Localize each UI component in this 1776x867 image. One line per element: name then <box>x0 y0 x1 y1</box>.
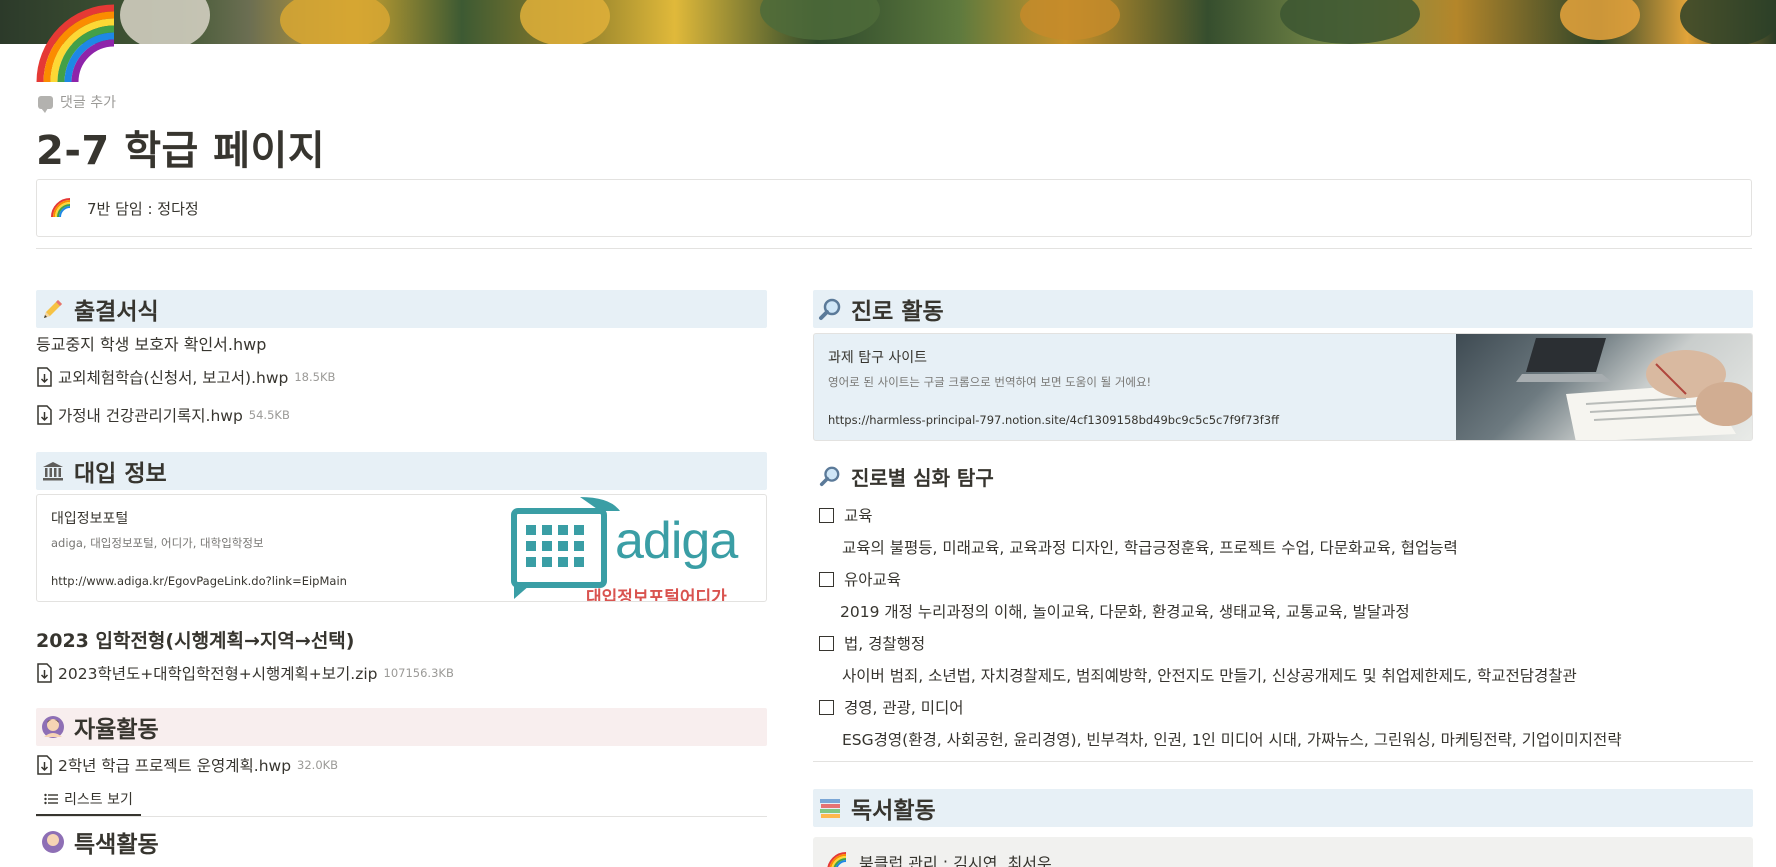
bookmark-description: 영어로 된 사이트는 구글 크롬으로 번역하여 보면 도움이 될 거에요! <box>828 375 1152 389</box>
divider <box>36 248 1752 249</box>
classical-building-icon <box>40 458 66 484</box>
bookmark-title: 과제 탐구 사이트 <box>828 350 928 366</box>
file-size: 107156.3KB <box>383 666 454 680</box>
heading-deep-inquiry[interactable]: 진로별 심화 탐구 <box>813 457 1753 495</box>
file-name: 2학년 학급 프로젝트 운영계획.hwp <box>58 757 292 775</box>
file-attachment[interactable]: 2023학년도+대학입학전형+시행계획+보기.zip 107156.3KB <box>36 656 767 690</box>
add-comment-button[interactable]: 댓글 추가 <box>38 92 116 113</box>
heading-text: 대입 정보 <box>74 461 167 487</box>
todo-label: 경영, 관광, 미디어 <box>844 699 964 717</box>
books-icon <box>817 795 843 821</box>
file-download-icon <box>37 405 52 425</box>
heading-career[interactable]: 진로 활동 <box>813 290 1753 328</box>
add-comment-label: 댓글 추가 <box>60 95 116 111</box>
file-size: 32.0KB <box>297 758 339 772</box>
heading-admissions[interactable]: 대입 정보 <box>36 452 767 490</box>
bookmark-title: 대입정보포털 <box>51 511 129 527</box>
divider <box>813 761 1753 762</box>
list-item[interactable]: 등교중지 학생 보호자 확인서.hwp <box>36 330 767 356</box>
file-download-icon <box>37 755 52 775</box>
heading-text: 진로 활동 <box>851 299 944 325</box>
rainbow-icon <box>51 198 71 218</box>
todo-description: ESG경영(환경, 사회공헌, 윤리경영), 빈부격차, 인권, 1인 미디어 … <box>842 731 1622 749</box>
file-name: 교외체험학습(신청서, 보고서).hwp <box>58 369 289 387</box>
bookclub-callout[interactable]: 북클럽 관리 : 김시연, 최서우 <box>813 837 1753 867</box>
adiga-logo-text: adiga <box>615 512 738 570</box>
laptop-photo-thumbnail <box>1456 334 1752 440</box>
todo-item[interactable]: 법, 경찰행정 <box>819 629 1753 657</box>
file-attachment[interactable]: 2학년 학급 프로젝트 운영계획.hwp 32.0KB <box>36 748 767 782</box>
heading-text: 진로별 심화 탐구 <box>851 465 994 490</box>
adiga-logo-thumbnail: adiga 대입정보포털어디가 <box>510 495 766 601</box>
rainbow-icon <box>827 852 847 867</box>
todo-item[interactable]: 유아교육 <box>819 565 1753 593</box>
item-text: 등교중지 학생 보호자 확인서.hwp <box>36 335 267 354</box>
file-attachment[interactable]: 가정내 건강관리기록지.hwp 54.5KB <box>36 398 767 432</box>
file-size: 18.5KB <box>294 370 336 384</box>
todo-description: 2019 개정 누리과정의 이해, 놀이교육, 다문화, 환경교육, 생태교육,… <box>840 603 1410 621</box>
checkbox[interactable] <box>819 571 834 587</box>
bookmark-url: https://harmless-principal-797.notion.si… <box>828 413 1279 427</box>
todo-label: 유아교육 <box>844 571 902 589</box>
comment-icon <box>38 95 53 113</box>
bookmark-url: http://www.adiga.kr/EgovPageLink.do?link… <box>51 574 347 588</box>
right-column: 진로 활동 과제 탐구 사이트 영어로 된 사이트는 구글 크롬으로 번역하여 … <box>813 290 1753 867</box>
file-download-icon <box>37 367 52 387</box>
todo-item[interactable]: 교육 <box>819 501 1753 529</box>
callout-text: 7반 담임 : 정다정 <box>87 199 199 218</box>
todo-item[interactable]: 경영, 관광, 미디어 <box>819 693 1753 721</box>
rainbow-icon[interactable] <box>36 2 118 84</box>
checkbox[interactable] <box>819 699 834 715</box>
person-icon <box>40 714 66 740</box>
heading-text: 자율활동 <box>74 717 159 743</box>
heading-text: 특색활동 <box>74 832 159 858</box>
file-name: 가정내 건강관리기록지.hwp <box>58 407 243 425</box>
file-name: 2023학년도+대학입학전형+시행계획+보기.zip <box>58 665 378 683</box>
callout-text: 북클럽 관리 : 김시연, 최서우 <box>859 854 1052 867</box>
bookmark-adiga[interactable]: 대입정보포털 adiga, 대입정보포털, 어디가, 대학입학정보 http:/… <box>36 494 767 602</box>
heading-text: 독서활동 <box>851 798 936 824</box>
subheading-2023-admissions[interactable]: 2023 입학전형(시행계획→지역→선택) <box>36 624 767 654</box>
left-column: 출결서식 등교중지 학생 보호자 확인서.hwp 교외체험학습(신청서, 보고서… <box>36 290 767 861</box>
todo-description: 교육의 불평등, 미래교육, 교육과정 디자인, 학급긍정훈육, 프로젝트 수업… <box>842 539 1458 557</box>
adiga-logo-subtext: 대입정보포털어디가 <box>586 588 727 601</box>
tab-label: 리스트 보기 <box>64 792 133 808</box>
pencil-icon <box>40 296 66 322</box>
laptop-photo <box>1516 338 1752 440</box>
todo-label: 교육 <box>844 507 873 525</box>
todo-description: 사이버 범죄, 소년법, 자치경찰제도, 범죄예방학, 안전지도 만들기, 신상… <box>842 667 1577 685</box>
heading-attendance[interactable]: 출결서식 <box>36 290 767 328</box>
file-download-icon <box>37 663 52 683</box>
person-icon <box>40 829 66 855</box>
tab-list-view[interactable]: 리스트 보기 <box>36 784 141 816</box>
heading-reading[interactable]: 독서활동 <box>813 789 1753 827</box>
checkbox[interactable] <box>819 507 834 523</box>
heading-autonomous[interactable]: 자율활동 <box>36 708 767 746</box>
list-icon <box>44 793 58 805</box>
file-attachment[interactable]: 교외체험학습(신청서, 보고서).hwp 18.5KB <box>36 360 767 394</box>
homeroom-callout[interactable]: 7반 담임 : 정다정 <box>36 179 1752 237</box>
bookmark-description: adiga, 대입정보포털, 어디가, 대학입학정보 <box>51 536 264 550</box>
todo-label: 법, 경찰행정 <box>844 635 926 653</box>
tab-divider <box>36 816 767 817</box>
magnifying-glass-icon <box>817 463 843 489</box>
magnifying-glass-icon <box>817 296 843 322</box>
heading-special[interactable]: 특색활동 <box>36 823 767 861</box>
page-title[interactable]: 2-7 학급 페이지 <box>36 118 325 176</box>
file-size: 54.5KB <box>248 408 290 422</box>
checkbox[interactable] <box>819 635 834 651</box>
cover-image <box>0 0 1776 44</box>
bookmark-research-site[interactable]: 과제 탐구 사이트 영어로 된 사이트는 구글 크롬으로 번역하여 보면 도움이… <box>813 333 1753 441</box>
heading-text: 출결서식 <box>74 299 159 325</box>
